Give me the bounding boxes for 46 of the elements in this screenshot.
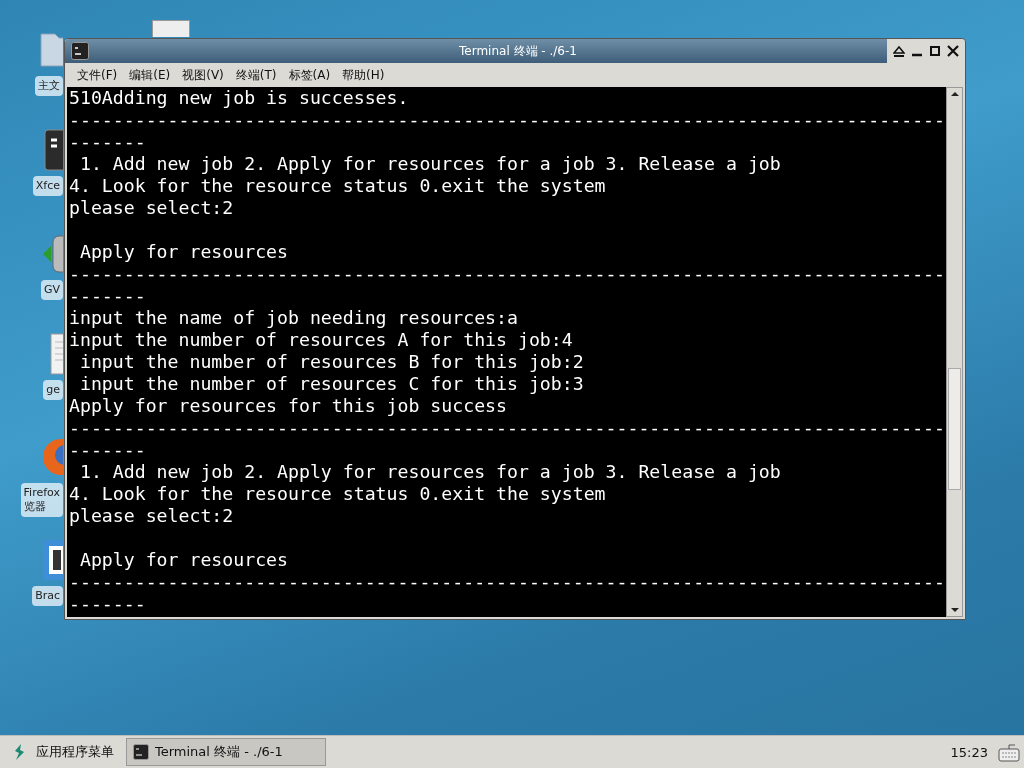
terminal-line: ------- [69, 285, 147, 307]
terminal-line: input the name of job needing resources:a [69, 307, 519, 329]
icon-label[interactable]: GV [40, 280, 63, 300]
menu-item[interactable]: 标签(A) [288, 66, 331, 84]
menu-item[interactable]: 视图(V) [182, 66, 224, 84]
terminal-line: please select:2 [69, 505, 235, 527]
icon-label[interactable]: Brac [32, 586, 63, 606]
terminal-icon [133, 744, 149, 760]
terminal-line: ------- [69, 439, 147, 461]
shade-icon[interactable] [893, 45, 905, 57]
icon-label[interactable]: Xfce [32, 176, 63, 196]
window-title: Terminal 终端 - ./6-1 [459, 42, 577, 60]
terminal-line: 510Adding new job is successes. [69, 87, 410, 109]
scroll-thumb[interactable] [948, 368, 961, 490]
icon-label[interactable]: Firefox 览器 [20, 483, 63, 517]
terminal-icon [71, 42, 89, 60]
menu-item[interactable]: 文件(F) [77, 66, 118, 84]
app-menu-button[interactable]: 应用程序菜单 [8, 741, 118, 763]
terminal-line: -------------------------------------------------------------------------------- [69, 109, 944, 131]
terminal-line: input the number of resources A for this job:4 [69, 329, 574, 351]
terminal-line: -------------------------------------------------------------------------------- [69, 417, 944, 439]
menu-item[interactable]: 编辑(E) [129, 66, 171, 84]
icon-label[interactable]: ge [43, 380, 63, 400]
maximize-icon[interactable] [929, 45, 941, 57]
terminal-line: Apply for resources [78, 241, 289, 263]
menu-item[interactable]: 终端(T) [235, 66, 277, 84]
terminal-line: input the number of resources C for this job:3 [78, 373, 585, 395]
terminal-line: 4. Look for the resource status 0.exit the system [69, 483, 607, 505]
menu-item[interactable]: 帮助(H) [342, 66, 385, 84]
taskbar-button[interactable]: Terminal 终端 - ./6-1 [126, 738, 326, 766]
terminal-line: Apply for resources [78, 549, 289, 571]
terminal-line: 4. Look for the resource status 0.exit the system [69, 175, 607, 197]
terminal-line: ------- [69, 131, 147, 153]
clock: 15:23 [950, 744, 988, 760]
close-icon[interactable] [947, 45, 959, 57]
terminal-line: -------------------------------------------------------------------------------- [69, 571, 944, 593]
terminal-line: 1. Add new job 2. Apply for resources for a job 3. Release a job [78, 153, 782, 175]
terminal-line: please select:2 [69, 197, 235, 219]
terminal-line: 1. Add new job 2. Apply for resources for a job 3. Release a job [78, 461, 782, 483]
scrollbar[interactable] [946, 87, 963, 617]
terminal-line: input the number of resources B for this job:2 [78, 351, 585, 373]
terminal-line: -------------------------------------------------------------------------------- [69, 263, 944, 285]
icon-label[interactable]: 主文 [35, 76, 63, 96]
keyboard-icon[interactable] [998, 741, 1020, 763]
terminal-line: Apply for resources for this job success [69, 395, 508, 417]
terminal-line: ------- [69, 593, 147, 615]
